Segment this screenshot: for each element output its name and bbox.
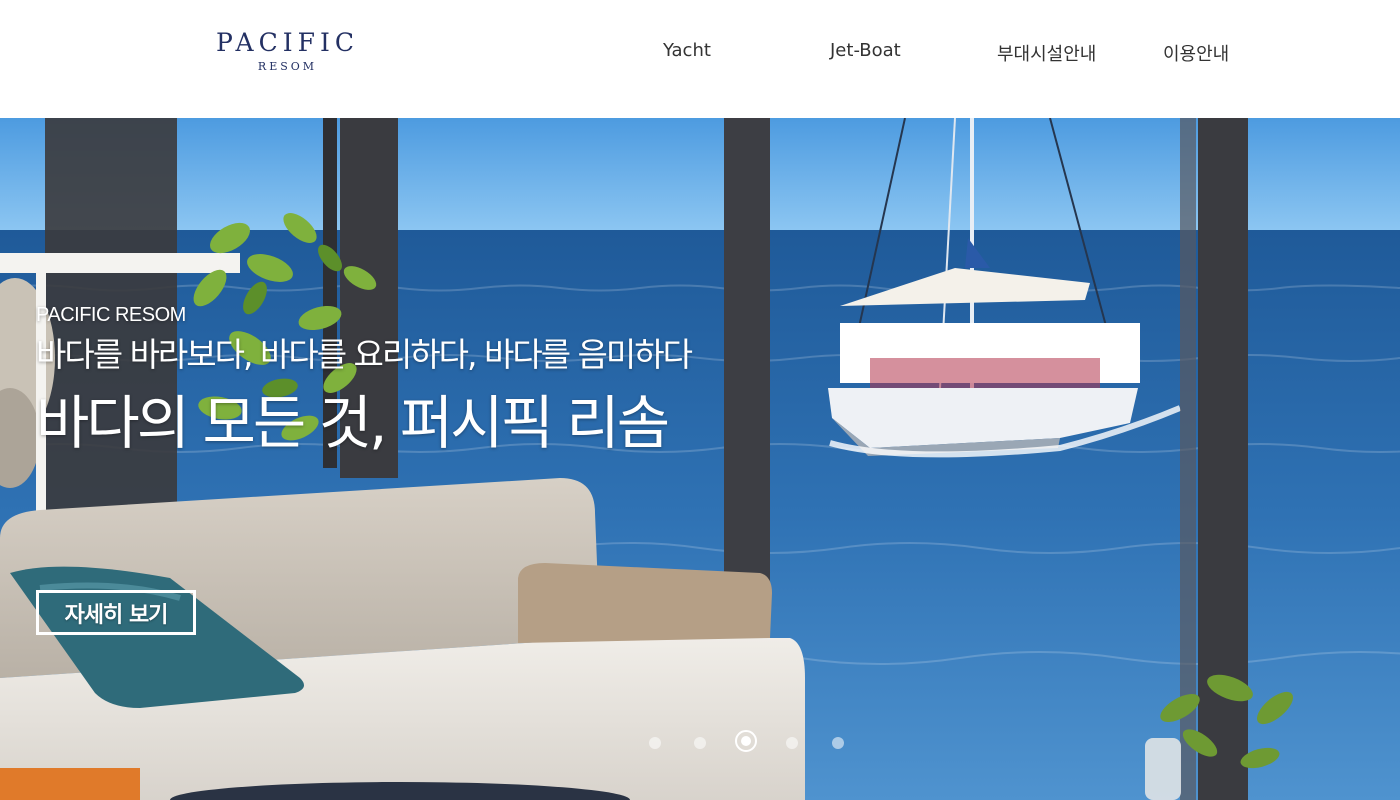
main-nav: Yacht Jet-Boat 부대시설안내 이용안내	[0, 40, 1400, 66]
nav-item-usage-guide[interactable]: 이용안내	[1163, 40, 1229, 66]
hero-text-block: PACIFIC RESOM 바다를 바라보다, 바다를 요리하다, 바다를 음미…	[36, 303, 693, 463]
slider-dot-2[interactable]	[694, 737, 706, 749]
nav-item-facilities[interactable]: 부대시설안내	[997, 40, 1096, 66]
nav-item-jet-boat[interactable]: Jet-Boat	[830, 40, 901, 61]
slider-dot-5[interactable]	[832, 737, 844, 749]
hero-brand: PACIFIC RESOM	[36, 304, 186, 326]
hero-title: 바다의 모든 것, 퍼시픽 리솜	[36, 389, 670, 457]
slider-pagination	[640, 730, 860, 756]
hero-tagline: 바다를 바라보다, 바다를 요리하다, 바다를 음미하다	[36, 335, 693, 374]
slider-dot-3-active[interactable]	[735, 730, 757, 752]
page: PACIFIC RESOM Yacht Jet-Boat 부대시설안내 이용안내	[0, 0, 1400, 800]
nav-item-yacht[interactable]: Yacht	[663, 40, 711, 61]
view-details-button[interactable]: 자세히 보기	[36, 590, 196, 635]
hero-slider: PACIFIC RESOM 바다를 바라보다, 바다를 요리하다, 바다를 음미…	[0, 118, 1400, 800]
site-header: PACIFIC RESOM Yacht Jet-Boat 부대시설안내 이용안내	[0, 0, 1400, 118]
slider-dot-1[interactable]	[649, 737, 661, 749]
slider-dot-4[interactable]	[786, 737, 798, 749]
